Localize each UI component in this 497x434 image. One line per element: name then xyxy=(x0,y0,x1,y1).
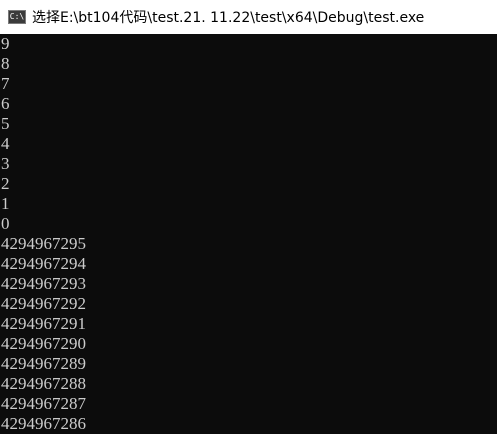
console-line: 5 xyxy=(1,114,10,133)
console-line: 9 xyxy=(1,34,10,53)
console-line: 0 xyxy=(1,214,10,233)
console-window: C:\ 选择E:\bt104代码\test.21. 11.22\test\x64… xyxy=(0,0,497,434)
console-line: 4294967287 xyxy=(1,394,86,413)
console-line: 4294967289 xyxy=(1,354,86,373)
console-line: 7 xyxy=(1,74,10,93)
console-line: 4294967292 xyxy=(1,294,86,313)
console-output[interactable]: 9 8 7 6 5 4 3 2 1 0 4294967295 429496729… xyxy=(0,34,497,434)
title-bar[interactable]: C:\ 选择E:\bt104代码\test.21. 11.22\test\x64… xyxy=(0,0,497,34)
console-line: 4294967294 xyxy=(1,254,86,273)
console-line: 4294967288 xyxy=(1,374,86,393)
console-line: 1 xyxy=(1,194,10,213)
console-line: 4 xyxy=(1,134,10,153)
console-line: 8 xyxy=(1,54,10,73)
console-line: 2 xyxy=(1,174,10,193)
console-line: 4294967290 xyxy=(1,334,86,353)
window-title: 选择E:\bt104代码\test.21. 11.22\test\x64\Deb… xyxy=(32,10,425,26)
console-line: 6 xyxy=(1,94,10,113)
console-line: 4294967295 xyxy=(1,234,86,253)
console-app-icon: C:\ xyxy=(8,10,26,24)
console-line: 3 xyxy=(1,154,10,173)
console-line: 4294967293 xyxy=(1,274,86,293)
console-line: 4294967291 xyxy=(1,314,86,333)
console-line: 4294967286 xyxy=(1,414,86,433)
